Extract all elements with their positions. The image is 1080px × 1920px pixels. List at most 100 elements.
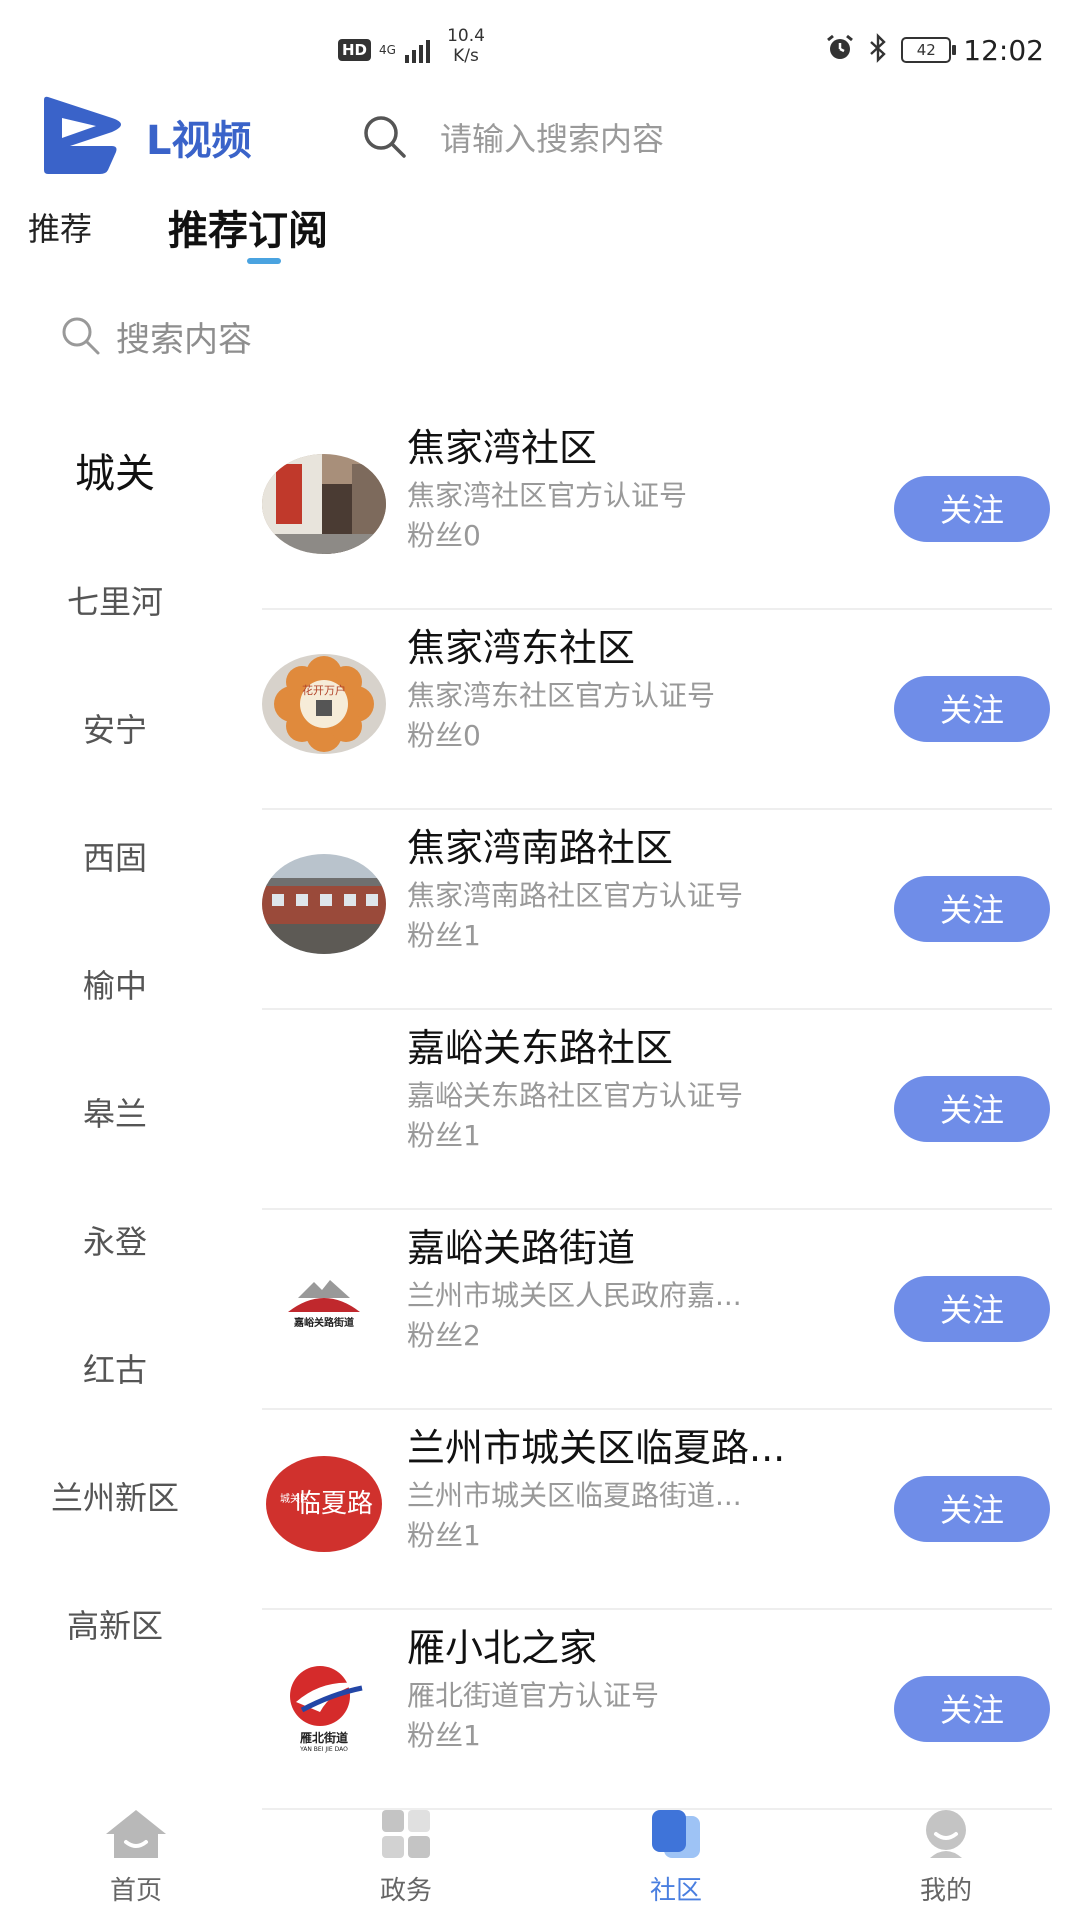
alarm-icon bbox=[825, 33, 855, 67]
account-title: 焦家湾东社区 bbox=[407, 626, 636, 670]
search-icon bbox=[62, 317, 100, 355]
category-lanzhou-new-area[interactable]: 兰州新区 bbox=[0, 1434, 230, 1562]
home-icon bbox=[106, 1810, 166, 1858]
avatar-badge-text: 花开万户 bbox=[302, 683, 346, 697]
list-item[interactable]: 临夏路 城关区 兰州市城关区临夏路... 兰州市城关区临夏路街道... 粉丝1 … bbox=[262, 1410, 1052, 1610]
list-item[interactable]: 雁北街道 YAN BEI JIE DAO 雁小北之家 雁北街道官方认证号 粉丝1… bbox=[262, 1610, 1052, 1810]
category-qilihe[interactable]: 七里河 bbox=[0, 538, 230, 666]
account-description: 焦家湾社区官方认证号 bbox=[407, 479, 688, 512]
clock: 12:02 bbox=[963, 33, 1044, 67]
account-description: 兰州市城关区临夏路街道... bbox=[407, 1479, 742, 1512]
account-info: 嘉峪关路街道 兰州市城关区人民政府嘉... 粉丝2 bbox=[407, 1224, 867, 1356]
network-type: 4G bbox=[379, 43, 396, 57]
account-title: 嘉峪关路街道 bbox=[407, 1226, 636, 1270]
speed-value: 10.4 bbox=[447, 26, 485, 46]
profile-icon bbox=[926, 1810, 966, 1858]
category-honggu[interactable]: 红古 bbox=[0, 1306, 230, 1434]
avatar-badge-subtext: 城关区 bbox=[280, 1492, 310, 1505]
app-logo-icon bbox=[40, 96, 132, 178]
follow-button[interactable]: 关注 bbox=[894, 676, 1050, 742]
nav-government[interactable]: 政务 bbox=[336, 1808, 476, 1907]
account-avatar bbox=[262, 854, 386, 954]
grid-icon bbox=[382, 1810, 430, 1858]
content-search-placeholder: 搜索内容 bbox=[116, 319, 252, 360]
nav-home-label: 首页 bbox=[109, 1876, 162, 1906]
account-info: 焦家湾南路社区 焦家湾南路社区官方认证号 粉丝1 bbox=[407, 824, 867, 956]
follow-button[interactable]: 关注 bbox=[894, 1076, 1050, 1142]
account-title: 雁小北之家 bbox=[407, 1626, 598, 1670]
avatar-badge-text: 雁北街道 bbox=[300, 1730, 348, 1745]
content-search-input[interactable]: 搜索内容 bbox=[60, 308, 252, 364]
category-chengguan[interactable]: 城关 bbox=[0, 410, 230, 538]
category-anning[interactable]: 安宁 bbox=[0, 666, 230, 794]
category-yongdeng[interactable]: 永登 bbox=[0, 1178, 230, 1306]
list-item[interactable]: 花开万户 焦家湾东社区 焦家湾东社区官方认证号 粉丝0 关注 bbox=[262, 610, 1052, 810]
category-yuzhong[interactable]: 榆中 bbox=[0, 922, 230, 1050]
account-description: 嘉峪关东路社区官方认证号 bbox=[407, 1079, 744, 1112]
account-avatar bbox=[262, 1054, 386, 1154]
fan-count: 粉丝0 bbox=[407, 519, 481, 552]
account-avatar: 临夏路 城关区 bbox=[262, 1454, 386, 1554]
speed-unit: K/s bbox=[453, 46, 479, 66]
fan-count: 粉丝1 bbox=[407, 1719, 481, 1752]
account-title: 嘉峪关东路社区 bbox=[407, 1026, 674, 1070]
list-item[interactable]: 嘉峪关东路社区 嘉峪关东路社区官方认证号 粉丝1 关注 bbox=[262, 1010, 1052, 1210]
account-title: 焦家湾南路社区 bbox=[407, 826, 674, 870]
account-description: 焦家湾南路社区官方认证号 bbox=[407, 879, 744, 912]
account-info: 兰州市城关区临夏路... 兰州市城关区临夏路街道... 粉丝1 bbox=[407, 1424, 867, 1556]
account-title: 焦家湾社区 bbox=[407, 426, 598, 470]
nav-profile[interactable]: 我的 bbox=[876, 1808, 1016, 1907]
bluetooth-icon bbox=[867, 33, 889, 67]
avatar-badge-subtext: YAN BEI JIE DAO bbox=[299, 1746, 348, 1753]
follow-button[interactable]: 关注 bbox=[894, 1476, 1050, 1542]
account-info: 嘉峪关东路社区 嘉峪关东路社区官方认证号 粉丝1 bbox=[407, 1024, 867, 1156]
nav-profile-label: 我的 bbox=[919, 1876, 972, 1906]
follow-button[interactable]: 关注 bbox=[894, 1676, 1050, 1742]
community-icon bbox=[652, 1810, 700, 1858]
fan-count: 粉丝1 bbox=[407, 919, 481, 952]
account-avatar: 花开万户 bbox=[262, 654, 386, 754]
header-search-input[interactable]: 请输入搜索内容 bbox=[440, 114, 664, 160]
account-info: 焦家湾社区 焦家湾社区官方认证号 粉丝0 bbox=[407, 424, 867, 556]
list-item[interactable]: 焦家湾南路社区 焦家湾南路社区官方认证号 粉丝1 关注 bbox=[262, 810, 1052, 1010]
follow-button[interactable]: 关注 bbox=[894, 1276, 1050, 1342]
avatar-badge-text: 嘉峪关路街道 bbox=[293, 1316, 354, 1329]
fan-count: 粉丝1 bbox=[407, 1519, 481, 1552]
list-item[interactable]: 焦家湾社区 焦家湾社区官方认证号 粉丝0 关注 bbox=[262, 410, 1052, 610]
bottom-navigation: 首页 政务 社区 我的 bbox=[0, 1808, 1080, 1920]
account-description: 雁北街道官方认证号 bbox=[407, 1679, 660, 1712]
list-item[interactable]: 嘉峪关路街道 嘉峪关路街道 兰州市城关区人民政府嘉... 粉丝2 关注 bbox=[262, 1210, 1052, 1410]
category-xigu[interactable]: 西固 bbox=[0, 794, 230, 922]
tab-recommended-subscriptions[interactable]: 推荐订阅 bbox=[168, 198, 328, 256]
account-description: 焦家湾东社区官方认证号 bbox=[407, 679, 716, 712]
follow-button[interactable]: 关注 bbox=[894, 476, 1050, 542]
fan-count: 粉丝2 bbox=[407, 1319, 481, 1352]
top-tabs: 推荐 推荐订阅 bbox=[0, 196, 1080, 276]
follow-button[interactable]: 关注 bbox=[894, 876, 1050, 942]
app-header: L视频 请输入搜索内容 bbox=[0, 96, 1080, 180]
network-speed: 10.4 K/s bbox=[436, 26, 496, 66]
hd-badge: HD bbox=[338, 39, 372, 61]
account-avatar: 雁北街道 YAN BEI JIE DAO bbox=[262, 1654, 386, 1754]
fan-count: 粉丝1 bbox=[407, 1119, 481, 1152]
tab-recommend[interactable]: 推荐 bbox=[28, 204, 92, 250]
nav-community-label: 社区 bbox=[649, 1876, 702, 1906]
category-gaolan[interactable]: 皋兰 bbox=[0, 1050, 230, 1178]
category-high-tech-zone[interactable]: 高新区 bbox=[0, 1562, 230, 1690]
network-indicators: HD 4G bbox=[338, 30, 431, 70]
account-info: 焦家湾东社区 焦家湾东社区官方认证号 粉丝0 bbox=[407, 624, 867, 756]
nav-community[interactable]: 社区 bbox=[606, 1808, 746, 1907]
district-category-list: 城关 七里河 安宁 西固 榆中 皋兰 永登 红古 兰州新区 高新区 bbox=[0, 410, 230, 1690]
fan-count: 粉丝0 bbox=[407, 719, 481, 752]
account-info: 雁小北之家 雁北街道官方认证号 粉丝1 bbox=[407, 1624, 867, 1756]
subscription-list: 焦家湾社区 焦家湾社区官方认证号 粉丝0 关注 花开万户 焦家湾东社区 焦家湾东… bbox=[262, 410, 1052, 1810]
active-tab-indicator bbox=[247, 258, 281, 264]
nav-government-label: 政务 bbox=[379, 1876, 432, 1906]
account-avatar: 嘉峪关路街道 bbox=[262, 1254, 386, 1354]
nav-home[interactable]: 首页 bbox=[66, 1808, 206, 1907]
account-description: 兰州市城关区人民政府嘉... bbox=[407, 1279, 742, 1312]
battery-indicator: 42 bbox=[901, 37, 957, 63]
search-icon[interactable] bbox=[362, 114, 408, 164]
app-name: L视频 bbox=[146, 118, 252, 164]
signal-icon bbox=[405, 37, 431, 63]
